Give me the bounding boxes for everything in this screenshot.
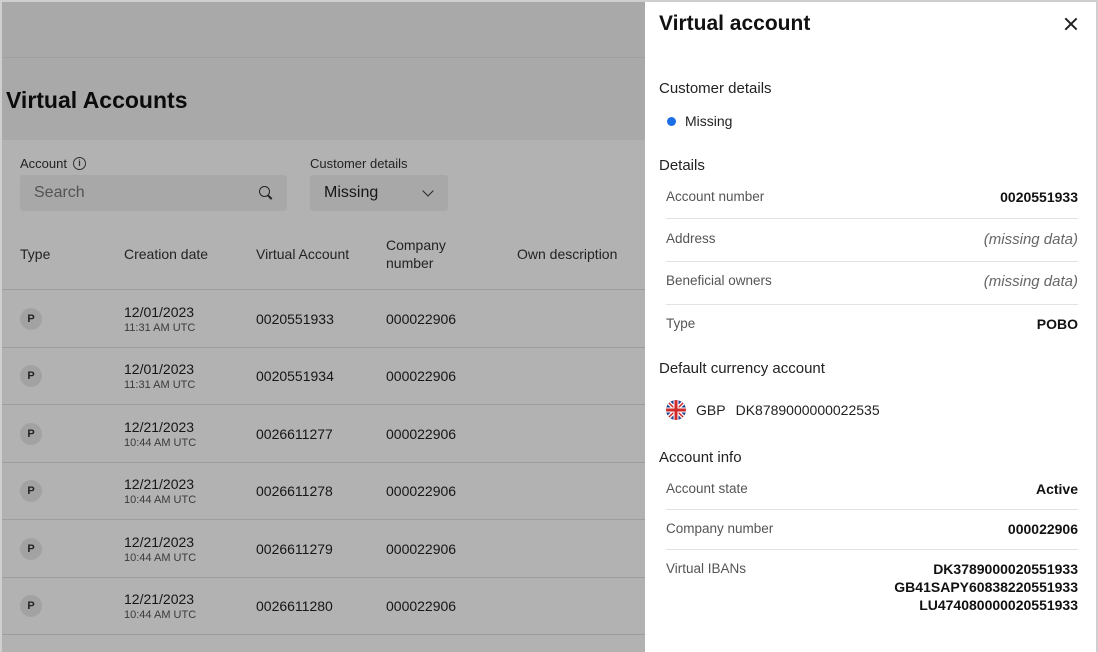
account-number-value: 0020551933: [1000, 189, 1078, 205]
virtual-accounts-page: Virtual Accounts Account i Customer deta…: [0, 0, 645, 652]
account-number-label: Account number: [666, 189, 765, 204]
company-number-row: Company number 000022906: [666, 521, 1078, 550]
details-heading: Details: [659, 157, 705, 174]
address-value: (missing data): [983, 231, 1078, 248]
beneficial-owners-value: (missing data): [983, 273, 1078, 290]
default-currency-account: GBP DK8789000000022535: [666, 400, 880, 420]
account-state-value: Active: [1035, 481, 1078, 497]
type-label: Type: [666, 316, 696, 331]
account-state-row: Account state Active: [666, 481, 1078, 510]
customer-details-heading: Customer details: [659, 80, 772, 97]
virtual-ibans-list: DK3789000020551933 GB41SAPY6083822055193…: [894, 561, 1078, 613]
beneficial-owners-label: Beneficial owners: [666, 273, 772, 288]
close-icon[interactable]: [1061, 14, 1081, 34]
account-info-heading: Account info: [659, 449, 742, 466]
virtual-iban: LU474080000020551933: [919, 597, 1078, 613]
virtual-account-drawer: Virtual account Customer details Missing…: [645, 0, 1098, 652]
company-number-label: Company number: [666, 521, 774, 536]
type-row: Type POBO: [666, 316, 1078, 342]
address-row: Address (missing data): [666, 231, 1078, 262]
virtual-iban: DK3789000020551933: [933, 561, 1078, 577]
type-value: POBO: [1036, 316, 1078, 332]
virtual-ibans-label: Virtual IBANs: [666, 561, 747, 576]
address-label: Address: [666, 231, 716, 246]
modal-backdrop[interactable]: [2, 2, 645, 652]
status-dot-icon: [667, 116, 676, 126]
virtual-ibans-row: Virtual IBANs DK3789000020551933 GB41SAP…: [666, 561, 1078, 621]
virtual-iban: GB41SAPY60838220551933: [894, 579, 1078, 595]
company-number-value: 000022906: [1007, 521, 1078, 537]
account-number-row: Account number 0020551933: [666, 189, 1078, 219]
account-state-label: Account state: [666, 481, 748, 496]
customer-details-status-text: Missing: [685, 113, 733, 129]
uk-flag-icon: [666, 400, 686, 420]
default-currency-heading: Default currency account: [659, 360, 825, 377]
drawer-title: Virtual account: [659, 12, 811, 35]
customer-details-status: Missing: [667, 113, 732, 129]
currency-code: GBP: [696, 402, 726, 418]
currency-account-iban: DK8789000000022535: [735, 402, 880, 418]
drawer-header: Virtual account: [645, 2, 1096, 48]
beneficial-owners-row: Beneficial owners (missing data): [666, 273, 1078, 305]
